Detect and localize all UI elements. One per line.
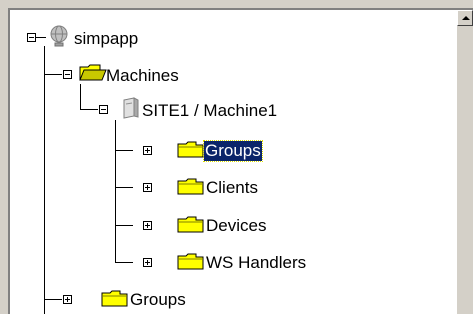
collapse-toggle-machine1[interactable] [99, 105, 108, 114]
tree-node-groups-root[interactable]: Groups [130, 290, 186, 310]
tree-node-devices[interactable]: Devices [206, 216, 266, 236]
tree-view[interactable]: simpapp Machines SITE1 / Machine1 Groups [8, 8, 473, 314]
tree-node-ws-handlers[interactable]: WS Handlers [206, 253, 306, 273]
tree-node-machine1[interactable]: SITE1 / Machine1 [142, 101, 277, 121]
tree-line [80, 84, 81, 110]
tree-line [115, 187, 133, 188]
tree-node-groups[interactable]: Groups [203, 140, 263, 162]
vertical-scrollbar[interactable] [457, 10, 473, 314]
collapse-toggle-simpapp[interactable] [27, 33, 36, 42]
expand-toggle-groups-root[interactable] [63, 295, 72, 304]
tree-node-simpapp[interactable]: simpapp [74, 29, 138, 49]
expand-toggle-devices[interactable] [143, 221, 152, 230]
tree-node-machines[interactable]: Machines [106, 66, 179, 86]
tree-line [44, 74, 62, 75]
tree-line [36, 37, 46, 38]
globe-icon [46, 25, 72, 47]
scroll-up-button[interactable] [457, 10, 473, 26]
folder-icon [176, 213, 204, 235]
computer-icon [116, 96, 142, 119]
tree-line [115, 262, 133, 263]
open-folder-icon [78, 62, 107, 84]
expand-toggle-clients[interactable] [143, 183, 152, 192]
expand-toggle-groups[interactable] [143, 146, 152, 155]
collapse-toggle-machines[interactable] [63, 70, 72, 79]
tree-line [115, 150, 133, 151]
tree-node-clients[interactable]: Clients [206, 178, 258, 198]
tree-line [115, 225, 133, 226]
folder-icon [176, 250, 204, 272]
tree-line [44, 299, 62, 300]
folder-icon [176, 175, 204, 197]
folder-icon [100, 287, 128, 309]
expand-toggle-ws-handlers[interactable] [143, 258, 152, 267]
tree-line [115, 120, 116, 263]
tree-line [80, 109, 98, 110]
tree-line [44, 46, 45, 314]
folder-icon [176, 138, 204, 160]
